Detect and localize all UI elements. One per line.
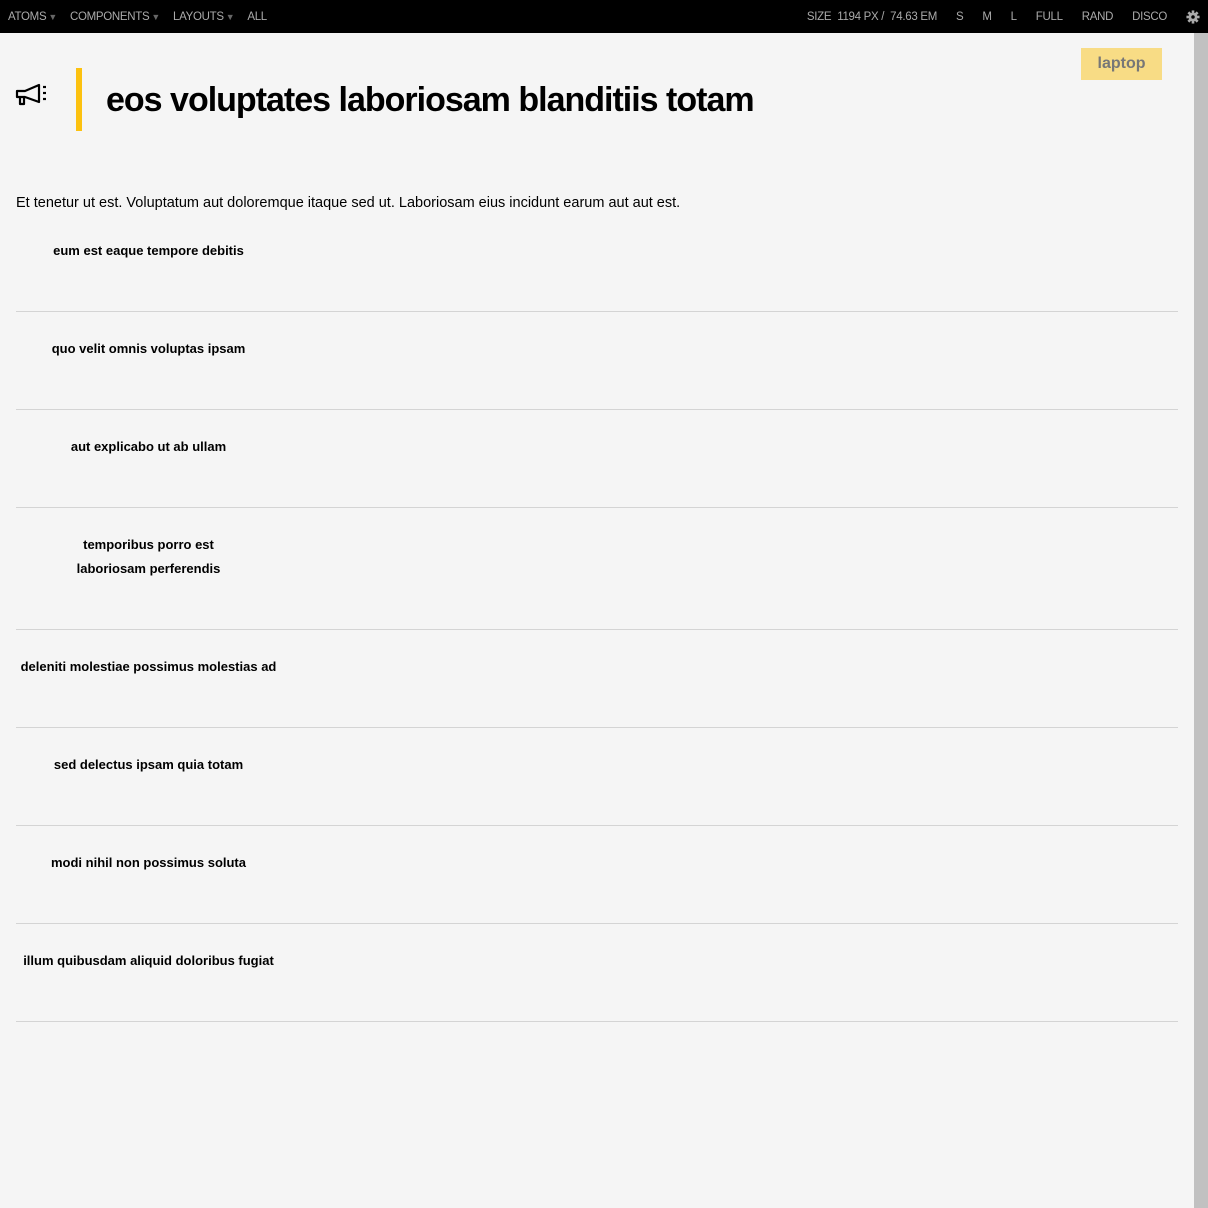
nav-components-label: COMPONENTS	[69, 10, 150, 23]
nav-atoms[interactable]: ATOMS ▼	[8, 11, 57, 23]
nav-atoms-label: ATOMS	[8, 10, 47, 23]
size-random-button[interactable]: RAND	[1082, 11, 1114, 23]
size-m-button[interactable]: M	[982, 11, 992, 23]
page-title: eos voluptates laboriosam blanditiis tot…	[106, 81, 755, 119]
size-px[interactable]: 1194 PX /	[837, 11, 884, 23]
size-s-button[interactable]: S	[956, 11, 964, 23]
size-label: SIZE	[806, 10, 832, 23]
list-item: illum quibusdam aliquid doloribus fugiat	[16, 924, 1178, 1022]
lead-paragraph: Et tenetur ut est. Voluptatum aut dolore…	[16, 195, 681, 211]
list-item: sed delectus ipsam quia totam	[16, 728, 1178, 826]
scrollbar[interactable]	[1194, 33, 1208, 1208]
nav-components[interactable]: COMPONENTS ▼	[70, 11, 160, 23]
item-label: aut explicabo ut ab ullam	[70, 439, 227, 454]
viewport-badge: laptop	[1081, 48, 1162, 80]
size-readout: SIZE 1194 PX / 74.63 EM	[807, 11, 937, 23]
item-label: eum est eaque tempore debitis	[53, 243, 244, 258]
item-label: sed delectus ipsam quia totam	[53, 757, 244, 772]
gear-icon[interactable]	[1186, 9, 1200, 24]
list-item: eum est eaque tempore debitis	[16, 214, 1178, 312]
item-label: illum quibusdam aliquid doloribus fugiat	[23, 953, 274, 968]
nav-all[interactable]: ALL	[247, 11, 267, 23]
list-item: modi nihil non possimus soluta	[16, 826, 1178, 924]
size-l-button[interactable]: L	[1011, 11, 1017, 23]
item-label: quo velit omnis voluptas ipsam	[51, 341, 246, 356]
item-list: eum est eaque tempore debitis quo velit …	[16, 214, 1178, 1022]
item-label: deleniti molestiae possimus molestias ad	[20, 659, 277, 674]
size-full-button[interactable]: FULL	[1036, 11, 1063, 23]
item-label: modi nihil non possimus soluta	[50, 855, 246, 870]
list-item: quo velit omnis voluptas ipsam	[16, 312, 1178, 410]
megaphone-icon	[15, 83, 46, 106]
list-item: temporibus porro est laboriosam perferen…	[16, 508, 1178, 630]
caret-down-icon: ▼	[225, 11, 235, 22]
accent-bar	[76, 68, 82, 131]
nav-layouts[interactable]: LAYOUTS ▼	[172, 10, 235, 23]
nav-menu: ATOMS ▼ COMPONENTS ▼ LAYOUTS ▼ ALL	[8, 11, 267, 23]
size-em[interactable]: 74.63 EM	[890, 11, 937, 23]
nav-layouts-label: LAYOUTS	[172, 10, 224, 23]
item-label: temporibus porro est laboriosam perferen…	[76, 537, 221, 576]
list-item: deleniti molestiae possimus molestias ad	[16, 630, 1178, 728]
caret-down-icon: ▼	[151, 11, 160, 22]
disco-button[interactable]: DISCO	[1132, 11, 1167, 23]
caret-down-icon: ▼	[48, 11, 57, 22]
top-toolbar: ATOMS ▼ COMPONENTS ▼ LAYOUTS ▼ ALL SIZE 119…	[0, 0, 1208, 33]
list-item: aut explicabo ut ab ullam	[16, 410, 1178, 508]
